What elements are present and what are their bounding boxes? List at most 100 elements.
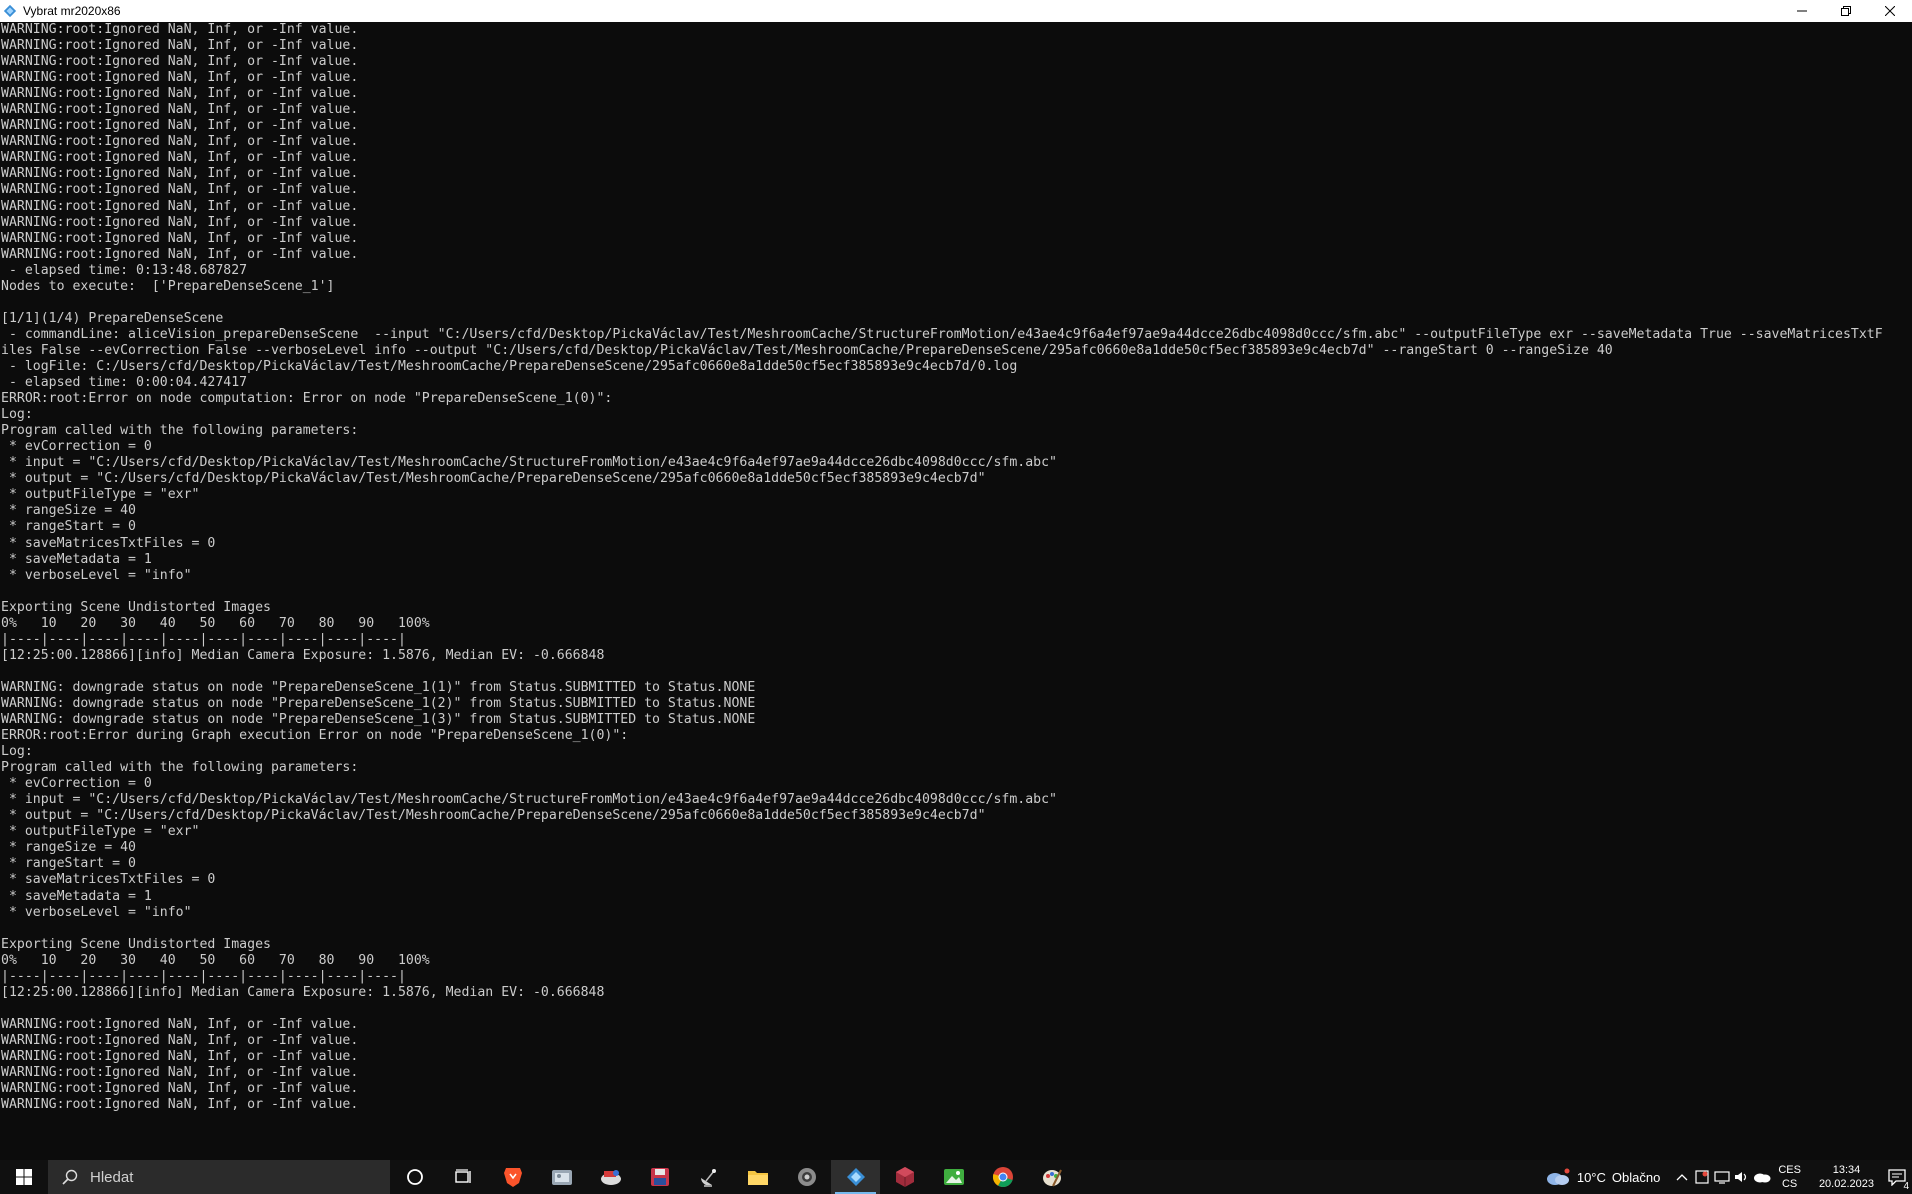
console-line: * input = "C:/Users/cfd/Desktop/PickaVác…: [1, 455, 1057, 471]
console-line: Program called with the following parame…: [1, 423, 359, 439]
console-line: Log:: [1, 744, 33, 760]
console-line: * saveMetadata = 1: [1, 551, 152, 567]
console-line: |----|----|----|----|----|----|----|----…: [1, 631, 406, 647]
console-line: Log:: [1, 407, 33, 423]
onedrive-button[interactable]: [1752, 1160, 1772, 1194]
show-hidden-icons-button[interactable]: [1672, 1160, 1692, 1194]
file-explorer-icon: [747, 1171, 768, 1185]
console-line: WARNING:root:Ignored NaN, Inf, or -Inf v…: [1, 246, 359, 262]
volume-button[interactable]: [1732, 1160, 1752, 1194]
taskbar-search[interactable]: Hledat: [48, 1160, 390, 1194]
console-line: 0% 10 20 30 40 50 60 70 80 90 100%: [1, 615, 430, 631]
tray-app-button[interactable]: [1692, 1160, 1712, 1194]
taskbar-app-explorer[interactable]: [733, 1160, 782, 1194]
cortana-button[interactable]: [390, 1160, 439, 1194]
notification-center-button[interactable]: 4: [1882, 1160, 1912, 1194]
window-titlebar[interactable]: Vybrat mr2020x86: [0, 0, 1912, 22]
taskbar-app-brave[interactable]: [488, 1160, 537, 1194]
chrome-icon: [992, 1167, 1013, 1187]
keyboard-layout: CS: [1781, 1178, 1798, 1190]
console-line: * saveMatricesTxtFiles = 0: [1, 535, 216, 551]
clock-date: 20.02.2023: [1818, 1178, 1874, 1190]
console-line: WARNING:root:Ignored NaN, Inf, or -Inf v…: [1, 230, 359, 246]
console-output[interactable]: WARNING:root:Ignored NaN, Inf, or -Inf v…: [0, 22, 1912, 1158]
console-line: * evCorrection = 0: [1, 439, 152, 455]
console-text: WARNING:root:Ignored NaN, Inf, or -Inf v…: [0, 22, 1912, 1113]
satellite-dish-icon: [700, 1169, 716, 1187]
taskbar-app-save[interactable]: [635, 1160, 684, 1194]
console-line: WARNING: downgrade status on node "Prepa…: [1, 679, 756, 695]
console-line: WARNING:root:Ignored NaN, Inf, or -Inf v…: [1, 166, 359, 182]
taskbar-app-image[interactable]: [929, 1160, 978, 1194]
console-line: |----|----|----|----|----|----|----|----…: [1, 968, 406, 984]
console-line: 0% 10 20 30 40 50 60 70 80 90 100%: [1, 952, 430, 968]
console-line: * outputFileType = "exr": [1, 487, 200, 503]
tray-app-icon: [1695, 1170, 1709, 1184]
minimize-button[interactable]: [1780, 0, 1824, 22]
taskbar-app-paint[interactable]: [1027, 1160, 1076, 1194]
console-line: * verboseLevel = "info": [1, 567, 192, 583]
task-view-button[interactable]: [439, 1160, 488, 1194]
start-button[interactable]: [0, 1160, 48, 1194]
network-icon: [1714, 1171, 1730, 1184]
console-line: WARNING:root:Ignored NaN, Inf, or -Inf v…: [1, 1032, 359, 1048]
system-tray: 10°C Oblačno CES CS 13:34 20.02.2023 4: [1545, 1160, 1912, 1194]
taskbar-app-meshroom[interactable]: [831, 1160, 880, 1194]
image-viewer-icon: [943, 1169, 964, 1185]
weather-widget[interactable]: 10°C Oblačno: [1545, 1168, 1660, 1186]
console-line: WARNING:root:Ignored NaN, Inf, or -Inf v…: [1, 38, 359, 54]
restore-button[interactable]: [1824, 0, 1868, 22]
console-line: WARNING:root:Ignored NaN, Inf, or -Inf v…: [1, 1097, 359, 1113]
console-line: * rangeStart = 0: [1, 856, 136, 872]
console-line: * verboseLevel = "info": [1, 904, 192, 920]
search-icon: [62, 1169, 78, 1185]
taskbar-app-gear[interactable]: [782, 1160, 831, 1194]
taskbar-app-dish[interactable]: [684, 1160, 733, 1194]
console-line: * output = "C:/Users/cfd/Desktop/PickaVá…: [1, 808, 986, 824]
weather-temperature: 10°C: [1576, 1169, 1606, 1185]
chevron-up-icon: [1676, 1174, 1688, 1181]
console-line: * saveMatricesTxtFiles = 0: [1, 872, 216, 888]
console-line: WARNING:root:Ignored NaN, Inf, or -Inf v…: [1, 1016, 359, 1032]
console-line: WARNING:root:Ignored NaN, Inf, or -Inf v…: [1, 118, 359, 134]
volume-icon: [1735, 1172, 1747, 1182]
brave-browser-icon: [503, 1168, 522, 1187]
restore-icon: [1841, 6, 1851, 16]
clock[interactable]: 13:34 20.02.2023: [1819, 1163, 1874, 1191]
console-line: * outputFileType = "exr": [1, 824, 200, 840]
console-line: - logFile: C:/Users/cfd/Desktop/PickaVác…: [1, 358, 1018, 374]
console-line: * rangeSize = 40: [1, 840, 136, 856]
console-line: - elapsed time: 0:13:48.687827: [1, 262, 248, 278]
weather-description: Oblačno: [1611, 1169, 1661, 1185]
taskbar-app-satellite[interactable]: [586, 1160, 635, 1194]
console-scrollbar[interactable]: [1906, 22, 1912, 1158]
close-button[interactable]: [1868, 0, 1912, 22]
taskbar: Hledat 10°C Oblačno CES CS 13:34 20.02.2…: [0, 1160, 1912, 1194]
console-line: WARNING:root:Ignored NaN, Inf, or -Inf v…: [1, 70, 359, 86]
console-line: - elapsed time: 0:00:04.427417: [1, 375, 248, 391]
language-code: CES: [1778, 1164, 1801, 1176]
console-line: WARNING:root:Ignored NaN, Inf, or -Inf v…: [1, 22, 359, 37]
window-title: Vybrat mr2020x86: [23, 4, 121, 18]
taskbar-app-cube[interactable]: [880, 1160, 929, 1194]
console-line: WARNING:root:Ignored NaN, Inf, or -Inf v…: [1, 182, 359, 198]
console-line: WARNING:root:Ignored NaN, Inf, or -Inf v…: [1, 134, 359, 150]
taskbar-app-photos[interactable]: [537, 1160, 586, 1194]
paint-icon: [1042, 1169, 1062, 1187]
console-line: WARNING:root:Ignored NaN, Inf, or -Inf v…: [1, 214, 359, 230]
taskbar-app-chrome[interactable]: [978, 1160, 1027, 1194]
console-line: [1/1](1/4) PrepareDenseScene: [1, 310, 224, 326]
console-line: [12:25:00.128866][info] Median Camera Ex…: [1, 647, 605, 663]
photo-viewer-icon: [551, 1170, 572, 1185]
network-button[interactable]: [1712, 1160, 1732, 1194]
save-disk-icon: [650, 1168, 669, 1186]
cloud-weather-icon: [1546, 1168, 1570, 1185]
input-language-indicator[interactable]: CES CS: [1778, 1163, 1801, 1191]
console-line: WARNING: downgrade status on node "Prepa…: [1, 695, 756, 711]
gear-app-icon: [797, 1168, 816, 1186]
console-line: WARNING:root:Ignored NaN, Inf, or -Inf v…: [1, 1065, 359, 1081]
meshroom-app-icon: [3, 4, 17, 18]
